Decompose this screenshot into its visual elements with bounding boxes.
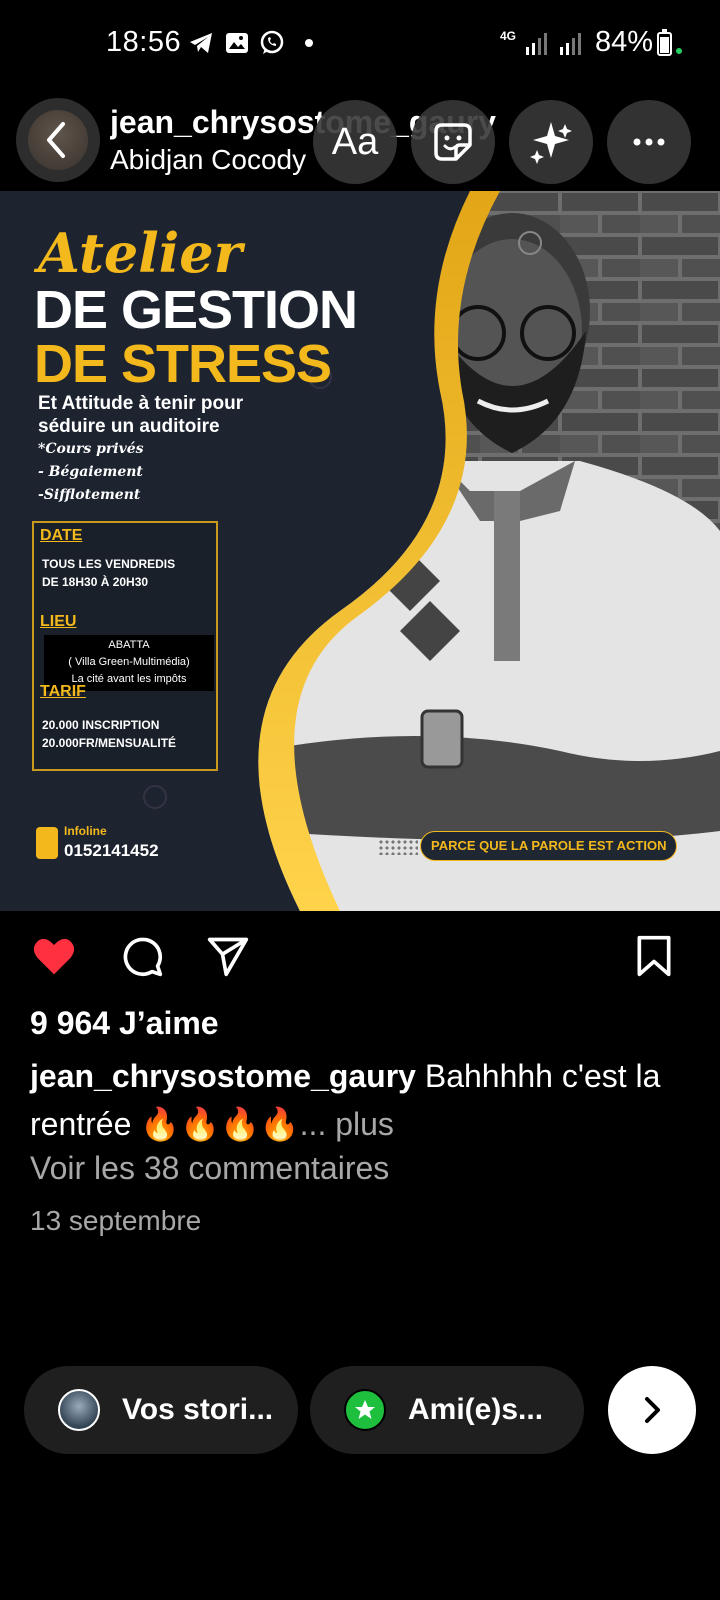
next-button[interactable] [608,1366,696,1454]
more-options-button[interactable] [607,100,691,184]
notification-dot [305,39,313,47]
poster-title-line3: DE STRESS [34,334,332,394]
tarif-line-1: 20.000 INSCRIPTION [42,718,160,732]
effects-button[interactable] [509,100,593,184]
post-location[interactable]: Abidjan Cocody [110,144,306,176]
text-aa-label: Aa [331,120,379,163]
bookmark-icon[interactable] [632,934,676,978]
infoline-label: Infoline [64,824,107,838]
poster-title-line2: DE GESTION [34,280,358,340]
lieu-label: LIEU [40,613,77,630]
poster-subtitle-1: Et Attitude à tenir pour [38,393,244,414]
poster-bullet: -Sifflotement [38,487,141,503]
date-text-2: DE 18H30 À 20H30 [42,575,149,589]
date-text-1: TOUS LES VENDREDIS [42,557,176,571]
lieu-line: ABATTA [108,639,150,651]
chevron-right-icon [645,1397,660,1423]
likes-count[interactable]: 9 964 J’aime [30,1005,219,1042]
whatsapp-icon [260,30,284,54]
signal-icon-2 [560,33,581,55]
user-avatar [58,1389,100,1431]
signal-icon [526,33,547,55]
more-dots-icon [633,138,665,146]
lieu-line: ( Villa Green-Multimédia) [68,656,190,668]
post-caption[interactable]: jean_chrysostome_gaury Bahhhhh c'est la … [30,1052,690,1148]
network-type: 4G [500,29,517,43]
view-comments-link[interactable]: Voir les 38 commentaires [30,1150,389,1187]
date-label: DATE [40,527,83,544]
your-stories-label: Vos stori... [122,1393,274,1426]
poster-bullet: *Cours privés [38,441,144,457]
poster-title-atelier: Atelier [38,221,243,285]
share-close-friends-button[interactable]: Ami(e)s... [310,1366,584,1454]
poster-subtitle-2: séduire un auditoire [38,416,220,437]
post-image[interactable]: Atelier DE GESTION DE STRESS Et Attitude… [0,191,720,911]
battery-percent: 84% [595,26,654,58]
caption-author[interactable]: jean_chrysostome_gaury [30,1058,416,1094]
battery-icon [657,29,672,56]
charging-dot [676,48,682,54]
poster-slogan: PARCE QUE LA PAROLE EST ACTION [420,831,678,861]
infoline-number: 0152141452 [64,841,159,860]
event-info-box: DATE TOUS LES VENDREDIS DE 18H30 À 20H30… [32,521,218,771]
text-button[interactable]: Aa [313,100,397,184]
share-your-story-button[interactable]: Vos stori... [24,1366,298,1454]
post-actions [0,912,720,996]
phone-icon [36,827,58,859]
tarif-label: TARIF [40,683,86,700]
star-glyph [355,1400,375,1419]
close-friends-label: Ami(e)s... [408,1393,544,1426]
sticker-button[interactable] [411,100,495,184]
gallery-icon [226,33,248,53]
status-bar: 18:56 4G 84% [0,0,720,88]
clock: 18:56 [106,26,182,58]
post-date: 13 septembre [30,1205,202,1236]
caption-more-link[interactable]: ... plus [300,1106,394,1142]
sparkles-icon [530,122,572,164]
tarif-line-2: 20.000FR/MENSUALITÉ [42,736,177,750]
chevron-left-icon [47,122,65,158]
comment-icon[interactable] [120,934,164,978]
sticker-icon [434,123,472,161]
decorative-dots [378,839,418,855]
poster-bullet: - Bégaiement [38,464,143,480]
heart-icon[interactable] [32,934,76,978]
telegram-icon [190,33,212,53]
star-icon [344,1389,386,1431]
back-button[interactable] [16,98,100,182]
share-send-icon[interactable] [206,934,250,978]
